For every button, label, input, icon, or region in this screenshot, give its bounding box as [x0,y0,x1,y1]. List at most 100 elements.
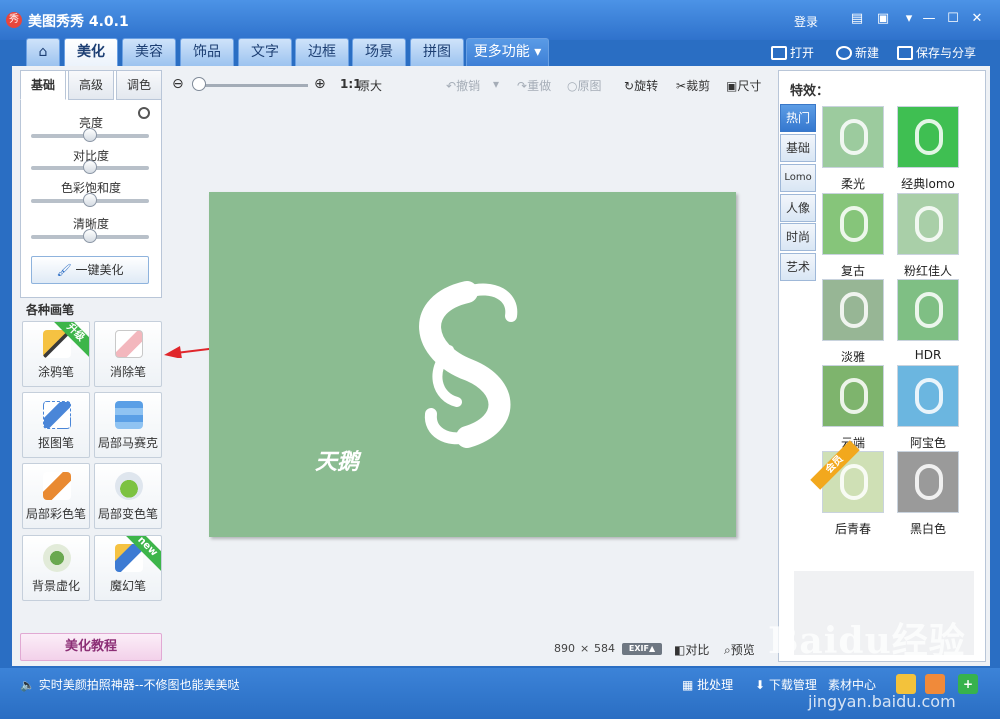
fx-cat-basic[interactable]: 基础 [780,134,816,162]
saturation-slider[interactable] [31,193,149,207]
brush-local-color[interactable]: 局部彩色笔 [22,463,90,529]
brush-bg-blur[interactable]: 背景虚化 [22,535,90,601]
tab-accessories[interactable]: 饰品 [180,38,234,66]
home-tab[interactable]: ⌂ [26,38,60,66]
fx-cat-fashion[interactable]: 时尚 [780,223,816,251]
actual-size-label[interactable]: 原大 [358,77,382,94]
effect-thumb[interactable] [822,193,884,255]
save-icon [897,46,913,60]
home-icon: ⌂ [38,44,48,60]
open-button[interactable]: 打开 [771,44,814,61]
zoom-in-icon[interactable]: ⊕ [314,76,326,92]
zoom-slider[interactable] [198,84,308,87]
size-label: 尺寸 [737,79,762,93]
effect-thumb[interactable] [897,106,959,168]
redo-label: 重做 [527,79,552,93]
subtab-advanced[interactable]: 高级 [68,70,114,100]
fx-cat-hot[interactable]: 热门 [780,104,816,132]
contrast-slider[interactable] [31,160,149,174]
tab-scene[interactable]: 场景 [352,38,406,66]
exif-button[interactable]: EXIF▲ [622,643,662,655]
redo-icon: ↷ [517,79,528,93]
brush-doodle[interactable]: 升级 涂鸦笔 [22,321,90,387]
minimize-icon[interactable]: — [920,10,938,28]
fx-cat-portrait[interactable]: 人像 [780,194,816,222]
download-manager-button[interactable]: ⬇ 下载管理 [755,676,817,693]
new-button[interactable]: 新建 [836,44,879,61]
effect-label: 柔光 [840,177,865,191]
beautify-tutorial-button[interactable]: 美化教程 [20,633,162,661]
compare-icon: ◧ [674,643,686,657]
effect-thumb[interactable] [897,193,959,255]
maximize-icon[interactable]: ☐ [944,10,962,28]
effect-label: 黑白色 [909,522,946,536]
message-icon[interactable]: ▤ [848,10,866,28]
effect-thumb[interactable] [897,365,959,427]
one-key-label: 一键美化 [75,263,124,277]
slider-knob[interactable] [83,229,97,243]
close-icon[interactable]: ✕ [968,10,986,28]
emoji-icon[interactable] [925,674,945,694]
magic-wand-icon: 🖌 [56,263,72,277]
zoom-out-icon[interactable]: ⊖ [172,76,184,92]
effect-thumb[interactable] [822,279,884,341]
crop-button[interactable]: ✂裁剪 [676,77,710,94]
tab-beauty[interactable]: 美容 [122,38,176,66]
effect-label: 淡雅 [840,350,865,364]
size-button[interactable]: ▣尺寸 [726,77,761,94]
effect-thumb[interactable]: 会员 [810,440,884,513]
effect-thumb[interactable] [822,365,884,427]
material-center-button[interactable]: 素材中心 [828,676,876,693]
brush-local-recolor[interactable]: 局部变色笔 [94,463,162,529]
slider-knob[interactable] [83,160,97,174]
effect-thumb[interactable] [897,451,959,513]
photo-caption: 天鹅 [315,449,360,475]
effect-thumb[interactable] [822,106,884,168]
brush-label: 局部变色笔 [97,507,158,521]
slider-knob[interactable] [83,193,97,207]
preview-button[interactable]: ⌕预览 [724,641,755,658]
tab-more-features[interactable]: 更多功能 ▾ [466,38,549,66]
zoom-slider-knob[interactable] [192,77,206,91]
effect-thumb[interactable] [897,279,959,341]
fx-cat-lomo[interactable]: Lomo [780,164,816,192]
subtab-color[interactable]: 调色 [116,70,162,100]
star-icon[interactable] [896,674,916,694]
subtab-basic[interactable]: 基础 [20,70,66,100]
more-features-label: 更多功能 [473,44,530,60]
photo-canvas[interactable]: 天鹅 [209,192,736,537]
brush-mosaic[interactable]: 局部马赛克 [94,392,162,458]
open-label: 打开 [790,46,815,60]
rotate-button[interactable]: ↻旋转 [624,77,658,94]
undo-dropdown-icon[interactable]: ▾ [493,77,499,91]
login-link[interactable]: 登录 [794,13,818,30]
speaker-icon: 🔈 [20,678,35,692]
add-icon[interactable]: + [958,674,978,694]
eraser-icon [115,330,143,358]
compare-button[interactable]: ◧对比 [674,641,709,658]
color-brush-icon [43,472,71,500]
brush-magic[interactable]: new 魔幻笔 [94,535,162,601]
brush-eraser[interactable]: 消除笔 [94,321,162,387]
one-key-beautify-button[interactable]: 🖌 一键美化 [31,256,149,284]
slider-knob[interactable] [83,128,97,142]
tab-frame[interactable]: 边框 [295,38,349,66]
fx-cat-art[interactable]: 艺术 [780,253,816,281]
tutorial-label: 美化教程 [64,639,117,654]
tab-text[interactable]: 文字 [238,38,292,66]
brightness-slider[interactable] [31,128,149,142]
undo-button[interactable]: ↶撤销 [446,77,480,94]
sharpness-slider[interactable] [31,229,149,243]
original-button[interactable]: ○原图 [567,77,602,94]
batch-button[interactable]: ▦ 批处理 [682,676,733,693]
image-height: 584 [594,642,615,655]
skin-icon[interactable]: ▣ [874,10,892,28]
effect-label: 经典lomo [901,177,955,191]
tab-beautify[interactable]: 美化 [64,38,118,68]
plus-icon [836,46,852,60]
save-share-button[interactable]: 保存与分享 [897,44,976,61]
tab-collage[interactable]: 拼图 [410,38,464,66]
redo-button[interactable]: ↷重做 [517,77,551,94]
brush-cutout[interactable]: 抠图笔 [22,392,90,458]
menu-icon[interactable]: ▾ [900,10,918,28]
